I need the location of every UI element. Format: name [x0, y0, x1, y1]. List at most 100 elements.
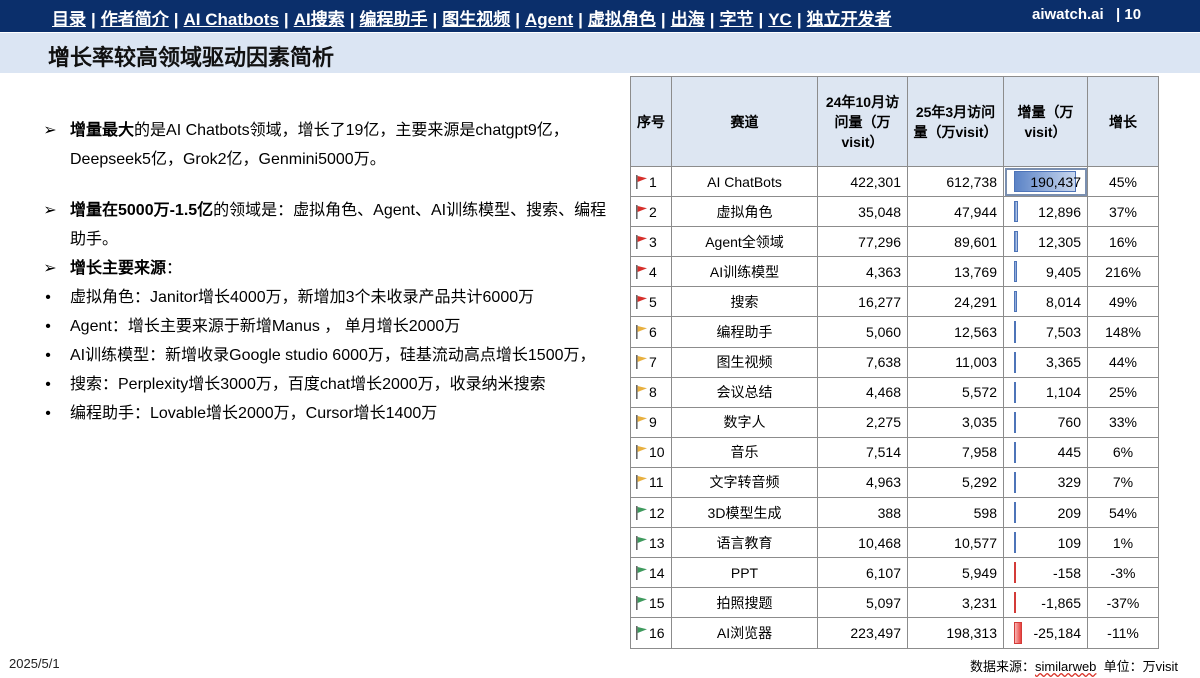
- source-name: similarweb: [1035, 659, 1097, 674]
- row-index: 10: [649, 444, 665, 461]
- nav-link[interactable]: 字节: [719, 10, 753, 29]
- cell-oct-visits: 16,277: [817, 286, 908, 318]
- flag-icon: [636, 595, 647, 610]
- cell-index: 7: [630, 346, 672, 378]
- increase-value: 445: [1057, 444, 1081, 461]
- increase-data-bar: [1014, 231, 1018, 253]
- nav-link[interactable]: 编程助手: [359, 10, 427, 29]
- cell-mar-visits: 12,563: [907, 316, 1004, 348]
- cell-growth: -37%: [1087, 587, 1159, 619]
- nav-separator: |: [173, 10, 179, 29]
- cell-mar-visits: 89,601: [907, 226, 1004, 258]
- nav-link[interactable]: 作者简介: [101, 10, 169, 29]
- table-body: 1 AI ChatBots 422,301 612,738 190,437 45% 2 虚拟角…: [630, 165, 1159, 649]
- cell-increase: 445: [1003, 436, 1088, 468]
- cell-mar-visits: 24,291: [907, 286, 1004, 318]
- nav-link[interactable]: 目录: [52, 10, 86, 29]
- cell-growth: 44%: [1087, 346, 1159, 378]
- table-row: 11 文字转音频 4,963 5,292 329 7%: [630, 466, 1159, 499]
- arrow-bullet-icon: ➢: [43, 122, 57, 139]
- cell-increase: 109: [1003, 527, 1088, 559]
- sub-point-text: 搜索：Perplexity增长3000万，百度chat增长2000万，收录纳米搜…: [70, 376, 546, 393]
- nav-separator: |: [349, 10, 355, 29]
- dot-bullet-icon: •: [45, 318, 51, 335]
- cell-increase: 209: [1003, 497, 1088, 529]
- cell-track: 会议总结: [671, 376, 818, 408]
- table-row: 10 音乐 7,514 7,958 445 6%: [630, 436, 1159, 468]
- nav-link[interactable]: YC: [768, 10, 792, 29]
- cell-mar-visits: 5,572: [907, 376, 1004, 408]
- table-row: 2 虚拟角色 35,048 47,944 12,896 37%: [630, 196, 1159, 228]
- increase-value: 9,405: [1045, 263, 1081, 280]
- source-prefix: 数据来源：: [970, 659, 1036, 674]
- cell-track: AI ChatBots: [671, 165, 818, 198]
- cell-index: 10: [630, 436, 672, 468]
- table-row: 1 AI ChatBots 422,301 612,738 190,437 45%: [630, 165, 1159, 198]
- increase-value: -158: [1052, 564, 1081, 581]
- table-row: 9 数字人 2,275 3,035 760 33%: [630, 406, 1159, 438]
- flag-icon: [636, 325, 647, 340]
- page-separator: |: [1116, 6, 1121, 23]
- cell-index: 6: [630, 316, 672, 348]
- table-header-row: 序号 赛道 24年10月访问量（万visit） 25年3月访问量（万visit）…: [630, 76, 1159, 167]
- sub-point: • 编程助手：Lovable增长2000万，Cursor增长1400万: [40, 399, 615, 428]
- cell-index: 1: [630, 165, 672, 198]
- cell-index: 3: [630, 226, 672, 258]
- nav-separator: |: [515, 10, 520, 29]
- flag-icon: [636, 294, 647, 309]
- nav-separator: |: [758, 10, 764, 29]
- row-index: 7: [649, 354, 657, 371]
- nav-link[interactable]: 图生视频: [442, 10, 510, 29]
- row-index: 5: [649, 293, 657, 310]
- cell-oct-visits: 388: [817, 497, 908, 529]
- cell-increase: 3,365: [1003, 346, 1088, 378]
- nav-link[interactable]: 虚拟角色: [588, 10, 656, 29]
- row-index: 4: [649, 263, 657, 280]
- increase-data-bar: [1014, 291, 1017, 313]
- title-bar: 增长率较高领域驱动因素简析: [0, 33, 1200, 73]
- header-increase: 增量（万visit）: [1003, 76, 1088, 167]
- header-index: 序号: [630, 76, 672, 167]
- table-row: 13 语言教育 10,468 10,577 109 1%: [630, 527, 1159, 559]
- increase-value: 760: [1057, 414, 1081, 431]
- sub-point-text: 编程助手：Lovable增长2000万，Cursor增长1400万: [70, 405, 438, 422]
- flag-icon: [636, 415, 647, 430]
- point-largest-increase: ➢ 增量最大的是AI Chatbots领域，增长了19亿，主要来源是chatgp…: [40, 116, 615, 174]
- arrow-bullet-icon: ➢: [43, 202, 57, 219]
- cell-index: 11: [630, 466, 672, 499]
- row-index: 12: [649, 504, 665, 521]
- cell-track: 文字转音频: [671, 466, 818, 499]
- nav-link[interactable]: 独立开发者: [807, 10, 892, 29]
- sub-point: • AI训练模型：新增收录Google studio 6000万，硅基流动高点增长…: [40, 341, 615, 370]
- nav-link[interactable]: AI搜索: [294, 10, 345, 29]
- dot-bullet-icon: •: [45, 405, 51, 422]
- cell-increase: 7,503: [1003, 316, 1088, 348]
- nav-link[interactable]: AI Chatbots: [184, 10, 279, 29]
- cell-growth: -11%: [1087, 617, 1159, 649]
- increase-data-bar: [1014, 622, 1023, 644]
- nav-link[interactable]: Agent: [525, 10, 573, 29]
- increase-data-bar: [1014, 321, 1017, 343]
- increase-value: 1,104: [1045, 384, 1081, 401]
- nav-separator: |: [660, 10, 666, 29]
- increase-value: 190,437: [1030, 173, 1081, 190]
- cell-mar-visits: 5,949: [907, 557, 1004, 589]
- page-number-value: 10: [1124, 6, 1142, 23]
- increase-data-bar: [1014, 532, 1016, 554]
- footer-source: 数据来源：similarweb 单位：万visit: [970, 656, 1178, 675]
- page-title: 增长率较高领域驱动因素简析: [48, 45, 335, 70]
- cell-track: 3D模型生成: [671, 497, 818, 529]
- nav-separator: |: [578, 10, 583, 29]
- increase-data-bar: [1014, 411, 1016, 433]
- table-row: 14 PPT 6,107 5,949 -158 -3%: [630, 557, 1159, 589]
- cell-increase: 760: [1003, 406, 1088, 438]
- unit-note: 单位：万visit: [1103, 659, 1179, 674]
- flag-icon: [636, 234, 647, 249]
- nav-link[interactable]: 出海: [671, 10, 705, 29]
- row-index: 1: [649, 173, 657, 190]
- cell-growth: 45%: [1087, 165, 1159, 198]
- row-index: 16: [649, 624, 665, 641]
- table-row: 15 拍照搜题 5,097 3,231 -1,865 -37%: [630, 587, 1159, 619]
- increase-value: 3,365: [1045, 354, 1081, 371]
- increase-data-bar: [1014, 201, 1019, 223]
